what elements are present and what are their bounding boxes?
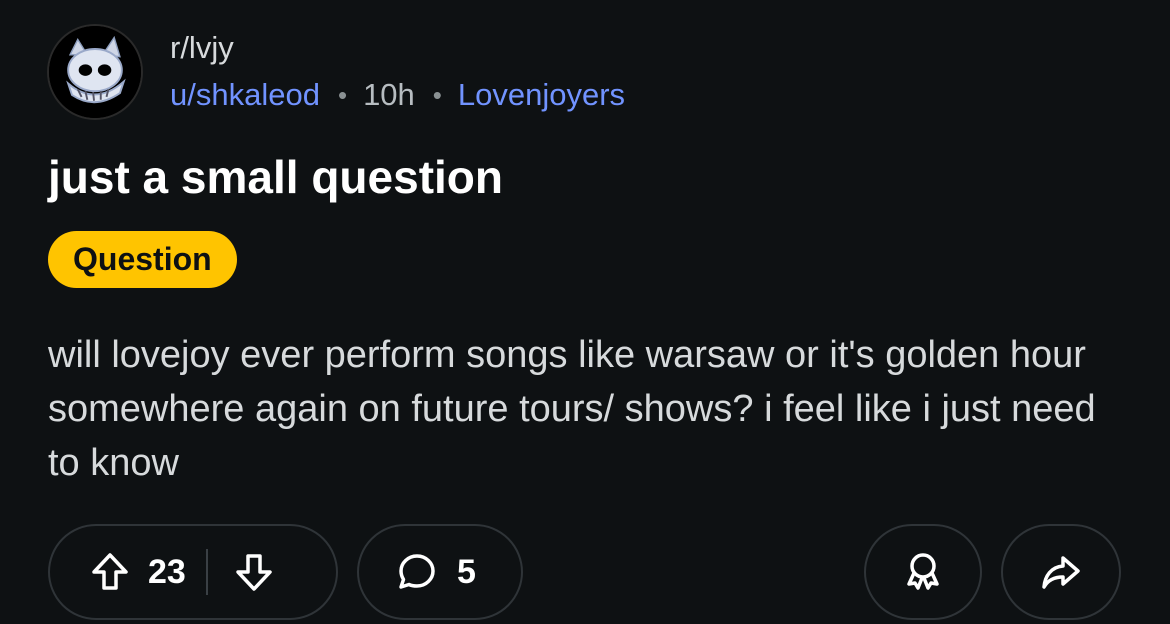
skull-logo-icon: [49, 26, 141, 118]
speech-bubble-icon: [395, 550, 439, 594]
vote-bar: 23: [48, 524, 338, 620]
share-arrow-icon: [1039, 550, 1083, 594]
award-ribbon-icon: [901, 550, 945, 594]
comments-button[interactable]: 5: [357, 524, 523, 620]
arrow-up-icon[interactable]: [88, 550, 132, 594]
share-button[interactable]: [1001, 524, 1121, 620]
post-title: just a small question: [48, 151, 503, 203]
meta-separator: •: [432, 80, 442, 110]
user-flair[interactable]: Lovenjoyers: [458, 76, 625, 114]
vote-divider: [205, 549, 208, 595]
post-body: will lovejoy ever perform songs like war…: [48, 334, 1096, 484]
post-meta: u/shkaleod • 10h • Lovenjoyers: [170, 76, 625, 114]
arrow-down-icon[interactable]: [232, 550, 276, 594]
vote-count: 23: [148, 553, 186, 591]
post-flair-badge[interactable]: Question: [48, 231, 237, 288]
comment-count: 5: [457, 553, 476, 591]
award-button[interactable]: [864, 524, 982, 620]
subreddit-avatar[interactable]: [47, 24, 143, 120]
author-link[interactable]: u/shkaleod: [170, 76, 320, 114]
post-time: 10h: [363, 77, 415, 112]
meta-separator: •: [337, 80, 348, 110]
post-card: r/lvjy u/shkaleod • 10h • Lovenjoyers ju…: [0, 0, 1170, 624]
subreddit-name[interactable]: r/lvjy: [170, 30, 234, 66]
